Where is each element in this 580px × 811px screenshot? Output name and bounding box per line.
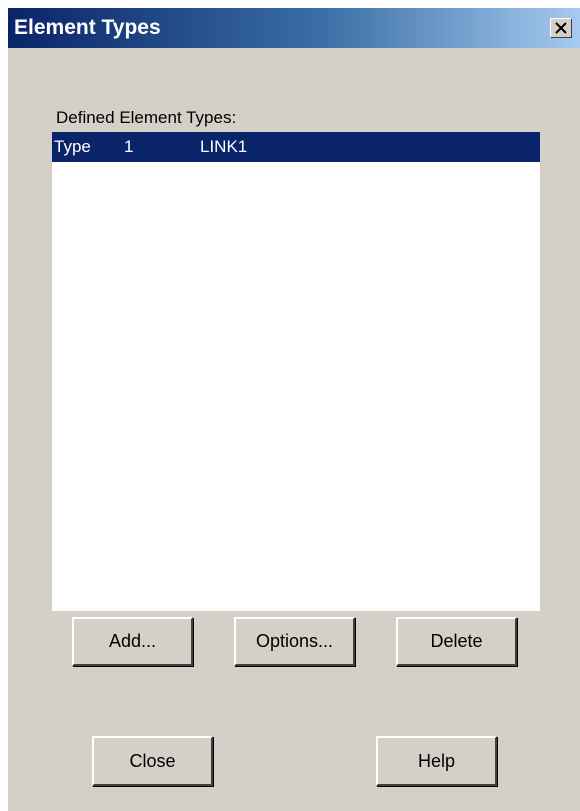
options-button[interactable]: Options...: [234, 617, 355, 666]
row-type-label: Type: [54, 137, 91, 156]
element-types-listbox[interactable]: Type 1 LINK1: [52, 132, 540, 611]
list-item[interactable]: Type 1 LINK1: [52, 132, 540, 162]
row-element-name: LINK1: [200, 137, 248, 156]
defined-element-types-label: Defined Element Types:: [56, 108, 237, 127]
help-button[interactable]: Help: [376, 736, 497, 786]
window-title: Element Types: [14, 16, 161, 39]
close-icon: [555, 22, 567, 34]
title-bar[interactable]: Element Types: [8, 8, 580, 48]
element-types-dialog: Element Types Defined Element Types: Typ…: [8, 8, 580, 811]
add-button[interactable]: Add...: [72, 617, 193, 666]
row-type-number: 1: [124, 137, 134, 156]
delete-button[interactable]: Delete: [396, 617, 517, 666]
close-window-button[interactable]: [550, 18, 572, 38]
close-button[interactable]: Close: [92, 736, 213, 786]
